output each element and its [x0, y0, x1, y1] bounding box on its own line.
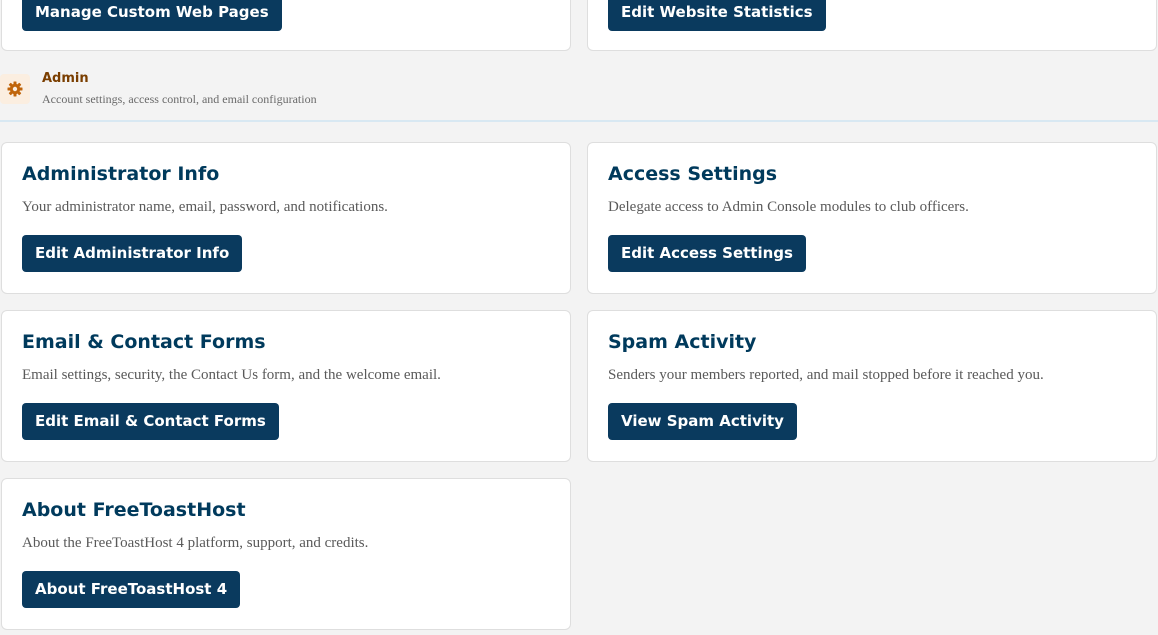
- admin-section-header: Admin Account settings, access control, …: [0, 70, 1158, 120]
- view-spam-activity-button[interactable]: View Spam Activity: [608, 403, 797, 440]
- gear-icon: [0, 74, 30, 104]
- email-contact-forms-card: Email & Contact Forms Email settings, se…: [1, 310, 571, 462]
- card-description: Email settings, security, the Contact Us…: [22, 367, 441, 383]
- section-title: Admin: [42, 71, 89, 86]
- custom-web-pages-card: Manage Custom Web Pages: [1, 0, 571, 51]
- card-title: Administrator Info: [22, 163, 220, 185]
- edit-email-contact-forms-button[interactable]: Edit Email & Contact Forms: [22, 403, 279, 440]
- website-statistics-card: Edit Website Statistics: [587, 0, 1157, 51]
- card-description: About the FreeToastHost 4 platform, supp…: [22, 535, 369, 551]
- card-title: Access Settings: [608, 163, 778, 185]
- administrator-info-card: Administrator Info Your administrator na…: [1, 142, 571, 294]
- card-description: Senders your members reported, and mail …: [608, 367, 1044, 383]
- about-freetoasthost-button[interactable]: About FreeToastHost 4: [22, 571, 241, 608]
- card-title: About FreeToastHost: [22, 499, 246, 521]
- about-freetoasthost-card: About FreeToastHost About the FreeToastH…: [1, 478, 571, 630]
- section-divider: [0, 120, 1158, 122]
- card-description: Your administrator name, email, password…: [22, 199, 388, 215]
- spam-activity-card: Spam Activity Senders your members repor…: [587, 310, 1157, 462]
- card-title: Spam Activity: [608, 331, 757, 353]
- access-settings-card: Access Settings Delegate access to Admin…: [587, 142, 1157, 294]
- section-subtitle: Account settings, access control, and em…: [42, 92, 317, 106]
- edit-access-settings-button[interactable]: Edit Access Settings: [608, 235, 806, 272]
- card-description: Delegate access to Admin Console modules…: [608, 199, 969, 215]
- manage-custom-web-pages-button[interactable]: Manage Custom Web Pages: [22, 0, 282, 31]
- edit-website-statistics-button[interactable]: Edit Website Statistics: [608, 0, 826, 31]
- card-title: Email & Contact Forms: [22, 331, 266, 353]
- edit-administrator-info-button[interactable]: Edit Administrator Info: [22, 235, 243, 272]
